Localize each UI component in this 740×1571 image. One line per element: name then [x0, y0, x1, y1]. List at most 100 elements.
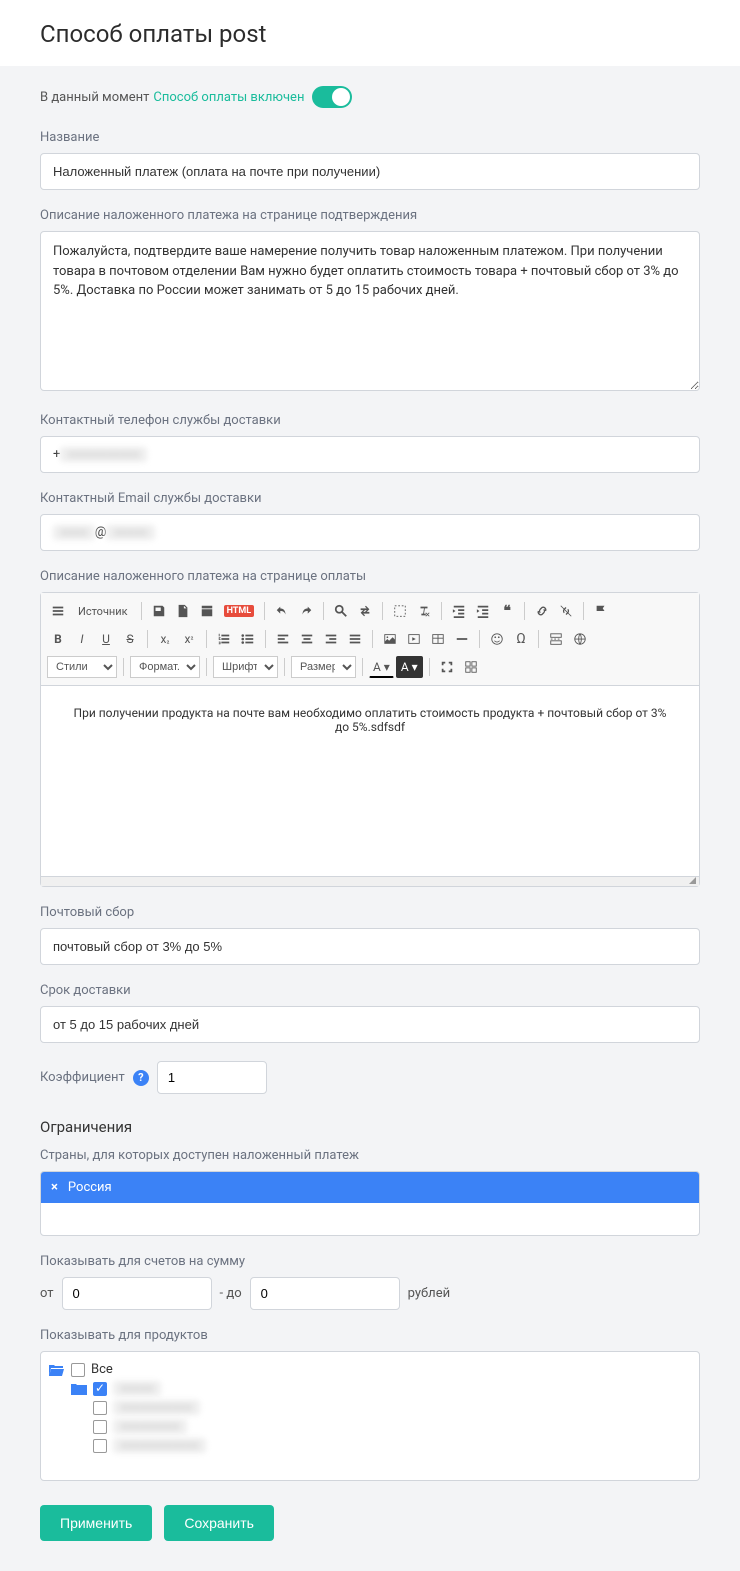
tree-checkbox[interactable]: [71, 1363, 85, 1377]
style-select[interactable]: Стили: [47, 656, 117, 678]
fee-input[interactable]: [40, 928, 700, 965]
tree-item-label: xxxxxxxxx: [113, 1419, 187, 1434]
format-select[interactable]: Формат...: [130, 656, 200, 678]
bullet-list-icon[interactable]: [237, 628, 259, 650]
source-icon[interactable]: [47, 600, 69, 622]
embed-icon[interactable]: [403, 628, 425, 650]
remove-tag-icon[interactable]: ×: [51, 1180, 58, 1195]
tree-checkbox[interactable]: [93, 1439, 107, 1453]
tree-row[interactable]: xxxxxxxxx: [49, 1417, 691, 1436]
unlink-icon[interactable]: [555, 600, 577, 622]
outdent-icon[interactable]: [448, 600, 470, 622]
align-left-icon[interactable]: [272, 628, 294, 650]
amount-from-input[interactable]: [62, 1277, 212, 1310]
page-title: Способ оплаты post: [0, 0, 740, 66]
confirm-desc-label: Описание наложенного платежа на странице…: [40, 208, 700, 223]
name-label: Название: [40, 130, 700, 145]
amount-label: Показывать для счетов на сумму: [40, 1254, 700, 1269]
tree-item-label: xxxxxxxxxxxx: [113, 1438, 206, 1453]
replace-icon[interactable]: [354, 600, 376, 622]
bold-icon[interactable]: B: [47, 628, 69, 650]
flag-icon[interactable]: [590, 600, 612, 622]
smiley-icon[interactable]: [486, 628, 508, 650]
bg-color-icon[interactable]: A ▾: [396, 656, 423, 678]
iframe-icon[interactable]: [569, 628, 591, 650]
size-select[interactable]: Размер: [291, 656, 356, 678]
link-icon[interactable]: [531, 600, 553, 622]
country-tag: × Россия: [41, 1172, 699, 1203]
font-select[interactable]: Шрифт: [213, 656, 278, 678]
country-tag-label: Россия: [68, 1180, 112, 1195]
new-page-icon[interactable]: [172, 600, 194, 622]
save-icon[interactable]: [148, 600, 170, 622]
html-badge-icon[interactable]: HTML: [220, 600, 259, 622]
delivery-label: Срок доставки: [40, 983, 700, 998]
numbered-list-icon[interactable]: [213, 628, 235, 650]
email-input[interactable]: xxxx@xxxxx: [40, 514, 700, 551]
hr-icon[interactable]: [451, 628, 473, 650]
indent-icon[interactable]: [472, 600, 494, 622]
align-right-icon[interactable]: [320, 628, 342, 650]
tree-all-label: Все: [91, 1362, 113, 1377]
rich-editor: Источник HTML: [40, 592, 700, 887]
tree-row-all[interactable]: Все: [49, 1360, 691, 1379]
tree-row[interactable]: xxxxxxxxxxx: [49, 1398, 691, 1417]
source-button[interactable]: Источник: [71, 600, 135, 622]
editor-content[interactable]: При получении продукта на почте вам необ…: [41, 686, 699, 876]
coeff-input[interactable]: [157, 1061, 267, 1094]
show-blocks-icon[interactable]: [460, 656, 482, 678]
save-button[interactable]: Сохранить: [164, 1505, 274, 1541]
tree-checkbox[interactable]: [93, 1420, 107, 1434]
coeff-label: Коэффициент: [40, 1070, 125, 1085]
italic-icon[interactable]: I: [71, 628, 93, 650]
enable-toggle[interactable]: [312, 86, 352, 108]
superscript-icon[interactable]: x²: [178, 628, 200, 650]
table-icon[interactable]: [427, 628, 449, 650]
products-label: Показывать для продуктов: [40, 1328, 700, 1343]
maximize-icon[interactable]: [436, 656, 458, 678]
special-char-icon[interactable]: Ω: [510, 628, 532, 650]
strike-icon[interactable]: S: [119, 628, 141, 650]
pagebreak-icon[interactable]: [545, 628, 567, 650]
tree-row[interactable]: xxxxx: [49, 1379, 691, 1398]
editor-toolbar: Источник HTML: [41, 593, 699, 686]
apply-button[interactable]: Применить: [40, 1505, 152, 1541]
products-tree[interactable]: Все xxxxx xxxxxxxxxxx xxxxxxxxx xxxxxxxx…: [40, 1351, 700, 1481]
enable-toggle-row: В данный момент Способ оплаты включен: [40, 86, 700, 108]
amount-from-label: от: [40, 1286, 54, 1301]
phone-input[interactable]: +xxxxxxxxxxx: [40, 436, 700, 473]
image-icon[interactable]: [379, 628, 401, 650]
undo-icon[interactable]: [271, 600, 293, 622]
settings-panel: В данный момент Способ оплаты включен На…: [0, 66, 740, 1571]
tree-checkbox[interactable]: [93, 1401, 107, 1415]
amount-to-label: - до: [220, 1286, 242, 1301]
folder-icon: [71, 1383, 87, 1395]
redo-icon[interactable]: [295, 600, 317, 622]
editor-resize-handle[interactable]: [41, 876, 699, 886]
fee-label: Почтовый сбор: [40, 905, 700, 920]
name-input[interactable]: [40, 153, 700, 190]
remove-format-icon[interactable]: [413, 600, 435, 622]
countries-select[interactable]: × Россия: [40, 1171, 700, 1236]
align-justify-icon[interactable]: [344, 628, 366, 650]
blockquote-icon[interactable]: ❝: [496, 600, 518, 622]
tree-checkbox[interactable]: [93, 1382, 107, 1396]
select-all-icon[interactable]: [389, 600, 411, 622]
find-icon[interactable]: [330, 600, 352, 622]
toggle-status-label: Способ оплаты включен: [153, 90, 304, 105]
align-center-icon[interactable]: [296, 628, 318, 650]
help-icon[interactable]: ?: [133, 1070, 149, 1086]
tree-item-label: xxxxx: [113, 1381, 161, 1396]
delivery-input[interactable]: [40, 1006, 700, 1043]
tree-row[interactable]: xxxxxxxxxxxx: [49, 1436, 691, 1455]
amount-currency-label: рублей: [408, 1286, 451, 1301]
underline-icon[interactable]: U: [95, 628, 117, 650]
countries-label: Страны, для которых доступен наложенный …: [40, 1148, 700, 1163]
phone-label: Контактный телефон службы доставки: [40, 413, 700, 428]
preview-icon[interactable]: [196, 600, 218, 622]
subscript-icon[interactable]: x₂: [154, 628, 176, 650]
confirm-desc-textarea[interactable]: Пожалуйста, подтвердите ваше намерение п…: [40, 231, 700, 391]
text-color-icon[interactable]: A ▾: [369, 656, 394, 678]
folder-open-icon: [49, 1364, 65, 1376]
amount-to-input[interactable]: [250, 1277, 400, 1310]
